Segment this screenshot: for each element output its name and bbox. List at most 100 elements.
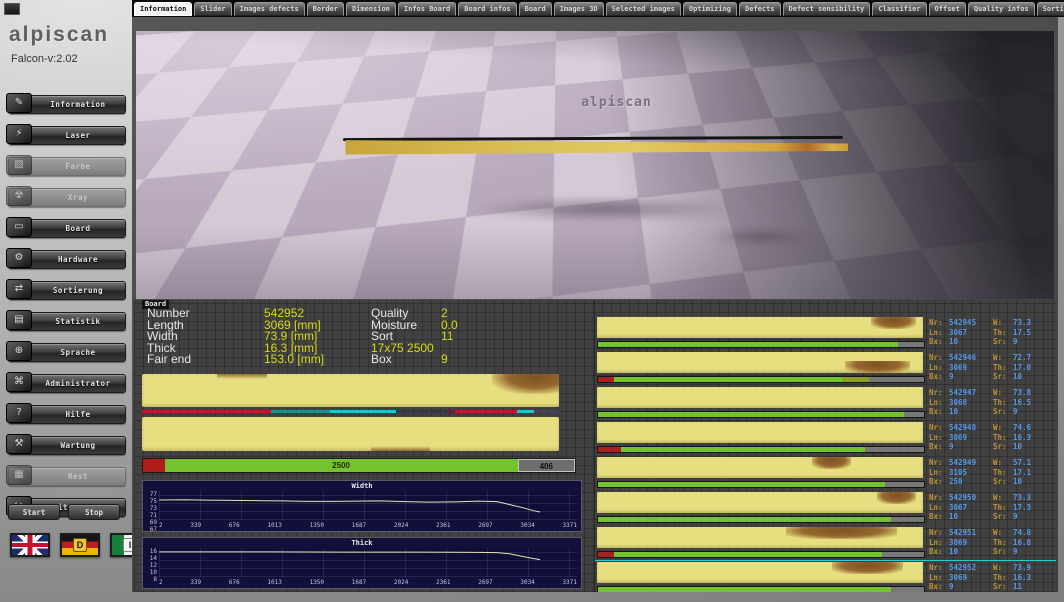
sidebar-button-xray[interactable]: ☢Xray [8, 188, 126, 207]
sidebar-button-sortierung[interactable]: ⇄Sortierung [8, 281, 126, 300]
language-flags: D I [10, 533, 150, 557]
german-flag-button[interactable]: D [60, 533, 100, 557]
window-icon[interactable] [4, 3, 20, 15]
tab-infos-board[interactable]: Infos Board [398, 2, 456, 16]
sidebar-button-statistik[interactable]: ▤Statistik [8, 312, 126, 331]
defect-segment [271, 410, 329, 413]
board-list-line: Ln:3105Th:17.1 [929, 468, 1054, 478]
tab-information[interactable]: Information [134, 2, 192, 16]
cut-bar-segment [842, 377, 868, 382]
sidebar-button-laser[interactable]: ⚡Laser [8, 126, 126, 145]
y-tick-label: 75 [150, 498, 157, 505]
cut-bar-segment [621, 447, 866, 452]
board-history-list: Nr:542945W:73.3Ln:3067Th:17.5Bx:10Sr:9Nr… [594, 300, 1056, 592]
field-label: Bx: [929, 512, 949, 522]
tab-images-defects[interactable]: Images defects [234, 2, 305, 16]
tab-border[interactable]: Border [307, 2, 344, 16]
tab-board[interactable]: Board [519, 2, 552, 16]
x-tick-label: 339 [190, 522, 201, 530]
board-list-line: Nr:542945W:73.3 [929, 318, 1054, 328]
tab-images-3d[interactable]: Images 3D [554, 2, 604, 16]
cut-bar-segment [865, 447, 924, 452]
board-list-row[interactable]: Nr:542949W:57.1Ln:3105Th:17.1Bx:250Sr:10 [595, 457, 1056, 486]
sidebar-button-information[interactable]: ✎Information [8, 95, 126, 114]
cut-optimization-bar: 2500406 [142, 458, 576, 473]
tab-slider[interactable]: Slider [194, 2, 231, 16]
x-tick-label: 2361 [436, 522, 450, 530]
sidebar-button-hilfe[interactable]: ?Hilfe [8, 405, 126, 424]
board-list-row[interactable]: Nr:542945W:73.3Ln:3067Th:17.5Bx:10Sr:9 [595, 317, 1056, 346]
y-tick-label: 14 [150, 555, 157, 562]
stop-button[interactable]: Stop [68, 504, 120, 520]
board-thumbnail [597, 562, 923, 583]
field-label: Bx: [929, 407, 949, 417]
tab-classifier[interactable]: Classifier [872, 2, 926, 16]
field-value: 3069 [949, 573, 993, 583]
field-value: 3069 [949, 538, 993, 548]
statistics-icon: ▤ [6, 310, 32, 330]
sidebar-button-sprache[interactable]: ⊕Sprache [8, 343, 126, 362]
board-list-row[interactable]: Nr:542948W:74.6Ln:3069Th:16.3Bx:9Sr:10 [595, 422, 1056, 451]
board-list-row[interactable]: Nr:542950W:73.3Ln:3067Th:17.3Bx:10Sr:9 [595, 492, 1056, 521]
language-globe-icon: ⊕ [6, 341, 32, 361]
cut-bar-rest: 406 [518, 459, 575, 472]
tab-sortierung[interactable]: Sortierung [1037, 2, 1064, 16]
board-list-line: Bx:10Sr:9 [929, 547, 1054, 557]
sidebar-button-board[interactable]: ▭Board [8, 219, 126, 238]
field-label: Th: [993, 328, 1013, 338]
info-panel: Board Number542952Length3069 [mm]Width73… [134, 300, 1056, 592]
board-list-line: Nr:542946W:72.7 [929, 353, 1054, 363]
sorting-icon: ⇄ [6, 279, 32, 299]
tab-defects[interactable]: Defects [739, 2, 781, 16]
sidebar-button-farbe[interactable]: ▨Farbe [8, 157, 126, 176]
width-profile-chart: Width77757371696723396761013135016872024… [142, 480, 582, 532]
board-list-row[interactable]: Nr:542946W:72.7Ln:3069Th:17.0Bx:9Sr:10 [595, 352, 1056, 381]
board-list-row[interactable]: Nr:542951W:74.8Ln:3069Th:16.8Bx:10Sr:9 [595, 527, 1056, 556]
tab-defect-sensibility[interactable]: Defect sensibility [783, 2, 871, 16]
field-value: 74.8 [1013, 528, 1054, 538]
thick-profile-chart: Thick16141210823396761013135016872024236… [142, 537, 582, 589]
scene-watermark: alpiscan [581, 95, 652, 110]
top-bar: InformationSliderImages defectsBorderDim… [0, 0, 1064, 17]
field-label: Nr: [929, 528, 949, 538]
defect-segment [142, 410, 271, 413]
tab-offset[interactable]: Offset [929, 2, 966, 16]
board-list-line: Ln:3067Th:17.3 [929, 503, 1054, 513]
english-flag-button[interactable] [10, 533, 50, 557]
field-label: Nr: [929, 318, 949, 328]
start-button[interactable]: Start [8, 504, 60, 520]
x-tick-label: 676 [229, 579, 240, 587]
field-value: 10 [1013, 372, 1054, 382]
thumbnail-defect-patch [812, 457, 851, 469]
sidebar-button-administrator[interactable]: ⌘Administrator [8, 374, 126, 393]
checkerboard-floor [136, 31, 1054, 299]
board-list-row[interactable]: Nr:542947W:73.8Ln:3068Th:16.5Bx:10Sr:9 [595, 387, 1056, 416]
tab-selected-images[interactable]: Selected images [606, 2, 681, 16]
thumbnail-cut-bar [597, 551, 925, 558]
field-value: 17.0 [1013, 363, 1054, 373]
field-label: Sr: [993, 477, 1013, 487]
tab-board-infos[interactable]: Board infos [458, 2, 516, 16]
sidebar-button-wartung[interactable]: ⚒Wartung [8, 436, 126, 455]
board-list-line: Nr:542949W:57.1 [929, 458, 1054, 468]
sidebar-button-hardware[interactable]: ⚙Hardware [8, 250, 126, 269]
field-label: Sr: [993, 442, 1013, 452]
field-value: 9 [1013, 407, 1054, 417]
tab-optimizing[interactable]: Optimizing [683, 2, 737, 16]
board-list-line: Ln:3069Th:16.8 [929, 538, 1054, 548]
defect-segment [517, 410, 534, 413]
tab-quality-infos[interactable]: Quality infos [968, 2, 1035, 16]
board-3d-top-edge [343, 136, 843, 141]
sidebar-button-rest[interactable]: ▦Rest [8, 467, 126, 486]
board-info-row: Width73.9 [mm] [147, 331, 377, 343]
x-tick-label: 3034 [520, 522, 534, 530]
x-tick-label: 339 [190, 579, 201, 587]
field-label: W: [993, 353, 1013, 363]
field-label: Ln: [929, 328, 949, 338]
gear-icon: ⚙ [6, 248, 32, 268]
board-list-row[interactable]: Nr:542952W:73.9Ln:3069Th:16.3Bx:9Sr:11 [595, 562, 1056, 591]
3d-viewport[interactable]: alpiscan [136, 31, 1054, 299]
tab-dimension[interactable]: Dimension [346, 2, 396, 16]
field-value: 11 [1013, 582, 1054, 592]
field-value: 250 [949, 477, 993, 487]
